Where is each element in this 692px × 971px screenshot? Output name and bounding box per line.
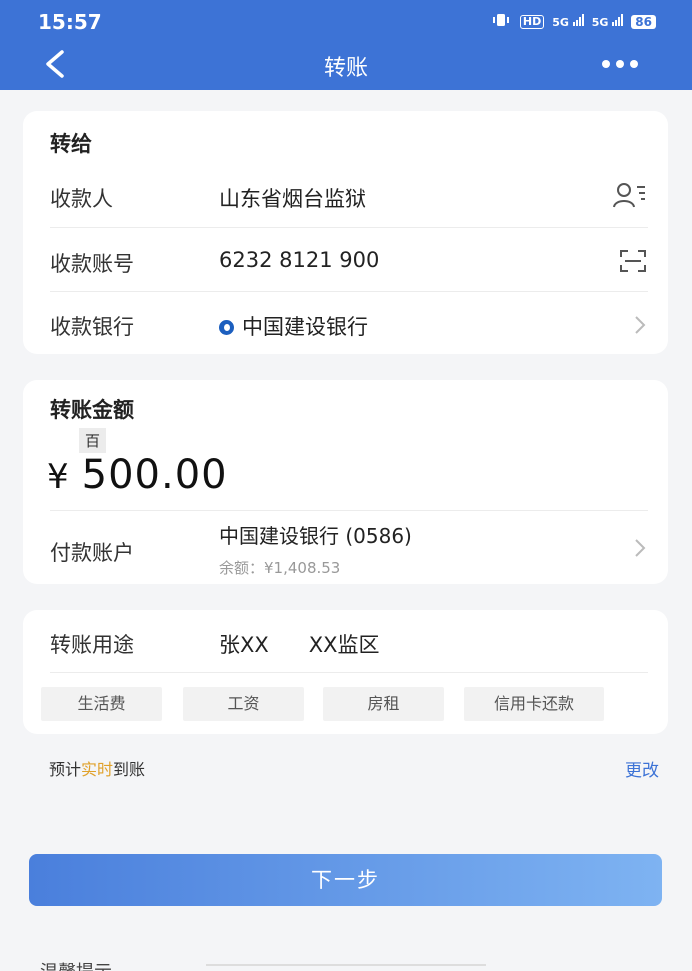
- purpose-card: 转账用途 张XX XX监区 生活费 工资 房租 信用卡还款: [23, 610, 668, 734]
- pay-account-balance: 余额：¥1,408.53: [219, 559, 341, 577]
- divider: [50, 291, 648, 292]
- pay-account-chevron[interactable]: [632, 537, 648, 563]
- chevron-right-icon: [635, 316, 646, 334]
- chevron-right-icon: [635, 539, 646, 557]
- status-time: 15:57: [38, 10, 102, 34]
- receiving-bank-value[interactable]: 中国建设银行: [219, 311, 368, 341]
- purpose-value-area: XX监区: [308, 633, 380, 657]
- vibrate-icon: [490, 13, 512, 30]
- amount-value: 500.00: [81, 452, 228, 498]
- amount-input[interactable]: ¥500.00: [47, 452, 228, 498]
- pay-account-label: 付款账户: [50, 541, 134, 565]
- receiving-bank-name: 中国建设银行: [242, 315, 368, 339]
- tips-label: 温馨提示: [40, 958, 112, 971]
- divider: [50, 672, 648, 673]
- account-number-label: 收款账号: [50, 252, 134, 276]
- contacts-icon: [613, 183, 645, 208]
- amount-section-title: 转账金额: [50, 398, 134, 422]
- signal-bars-icon: [612, 14, 624, 26]
- account-number-value[interactable]: 6232 8121 900: [219, 248, 379, 272]
- change-arrival-link[interactable]: 更改: [625, 756, 659, 781]
- ccb-logo-icon: [219, 320, 234, 335]
- more-button[interactable]: [600, 52, 640, 72]
- signal-bars-icon: [572, 14, 584, 26]
- amount-unit-tag: 百: [79, 428, 107, 453]
- network-type-label: 5G: [591, 16, 609, 29]
- arrival-estimate: 预计实时到账: [49, 756, 145, 780]
- pay-account-bank[interactable]: 中国建设银行 (0586): [219, 520, 412, 549]
- purpose-label: 转账用途: [50, 633, 134, 657]
- payee-card: 转给 收款人 山东省烟台监狱 收款账号 6232 8121 900 收款银行 中…: [23, 111, 668, 354]
- status-icons: HD 5G 5G 86: [490, 13, 656, 30]
- scan-icon: [620, 250, 646, 272]
- receiving-bank-label: 收款银行: [50, 315, 134, 339]
- purpose-value-name: 张XX: [219, 633, 269, 657]
- purpose-chip-living[interactable]: 生活费: [41, 687, 162, 721]
- divider: [50, 227, 648, 228]
- eta-suffix: 到账: [113, 760, 146, 779]
- next-step-button[interactable]: 下一步: [29, 854, 662, 906]
- eta-prefix: 预计: [49, 760, 82, 779]
- signal-1: 5G: [552, 14, 584, 29]
- payee-name-value[interactable]: 山东省烟台监狱: [219, 183, 366, 213]
- purpose-chip-rent[interactable]: 房租: [323, 687, 444, 721]
- receiving-bank-chevron[interactable]: [632, 314, 648, 340]
- signal-2: 5G: [592, 14, 624, 29]
- page-title: 转账: [323, 56, 368, 81]
- app-header: 15:57 HD 5G 5G 86 转账: [0, 0, 692, 90]
- contacts-button[interactable]: [612, 181, 648, 213]
- battery-indicator: 86: [631, 14, 656, 29]
- purpose-input[interactable]: 张XX XX监区: [219, 629, 420, 659]
- payee-section-title: 转给: [50, 132, 92, 156]
- more-dots-icon: [602, 60, 638, 68]
- purpose-chip-credit-card[interactable]: 信用卡还款: [464, 687, 604, 721]
- amount-card: 转账金额 百 ¥500.00 付款账户 中国建设银行 (0586) 余额：¥1,…: [23, 380, 668, 584]
- network-type-label: 5G: [552, 16, 569, 29]
- hd-badge: HD: [519, 14, 545, 29]
- divider: [50, 510, 648, 511]
- scan-button[interactable]: [618, 248, 648, 278]
- currency-symbol: ¥: [47, 457, 70, 497]
- eta-highlight: 实时: [81, 760, 114, 779]
- payee-name-label: 收款人: [50, 187, 113, 211]
- tips-divider: [206, 964, 486, 966]
- purpose-chip-salary[interactable]: 工资: [183, 687, 304, 721]
